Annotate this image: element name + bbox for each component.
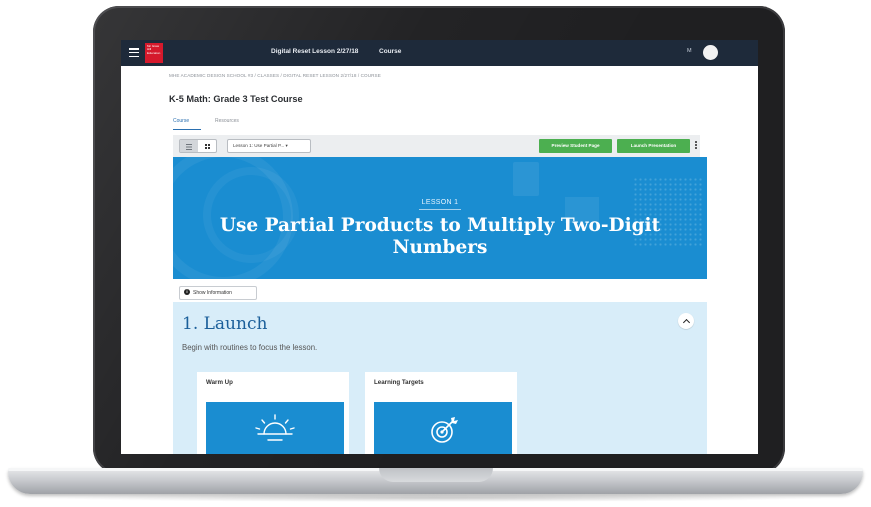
list-view-icon[interactable] (180, 140, 198, 152)
card-media (374, 402, 512, 454)
lesson-title: Digital Reset Lesson 2/27/18 (271, 48, 359, 55)
user-initials[interactable]: M (687, 48, 692, 54)
toolbar: Lesson 1: Use Partial P... ▾ Preview Stu… (173, 135, 700, 157)
breadcrumb[interactable]: MHE ACADEMIC DESIGN SCHOOL #3 / CLASSES … (169, 73, 381, 78)
collapse-chevron-icon[interactable] (678, 313, 694, 329)
card-title: Warm Up (206, 379, 233, 386)
learning-targets-card[interactable]: Learning Targets (365, 372, 517, 454)
launch-presentation-button[interactable]: Launch Presentation (617, 139, 690, 153)
card-media (206, 402, 344, 454)
lesson-select[interactable]: Lesson 1: Use Partial P... ▾ (227, 139, 311, 153)
avatar[interactable] (703, 45, 718, 60)
preview-student-page-button[interactable]: Preview Student Page (539, 139, 612, 153)
page-title: K-5 Math: Grade 3 Test Course (169, 94, 303, 104)
show-information-button[interactable]: i Show Information (179, 286, 257, 300)
tab-course[interactable]: Course (173, 116, 201, 130)
laptop-shadow (40, 494, 830, 502)
laptop-notch (379, 468, 493, 482)
screen: Mc Graw Hill Education Digital Reset Les… (121, 40, 758, 454)
section-title: 1. Launch (182, 314, 268, 334)
kicker-divider (419, 209, 461, 210)
brand-logo[interactable]: Mc Graw Hill Education (145, 43, 163, 63)
lesson-kicker: LESSON 1 (421, 199, 459, 206)
lesson-banner: LESSON 1 Use Partial Products to Multipl… (173, 157, 707, 279)
warm-up-card[interactable]: Warm Up (197, 372, 349, 454)
info-icon: i (184, 289, 190, 296)
banner-decoration (513, 162, 539, 196)
grid-view-icon[interactable] (199, 140, 216, 152)
top-bar: Mc Graw Hill Education Digital Reset Les… (121, 40, 758, 66)
view-toggle (179, 139, 217, 153)
course-link[interactable]: Course (379, 48, 401, 55)
lesson-headline: Use Partial Products to Multiply Two-Dig… (219, 215, 661, 258)
launch-section: 1. Launch Begin with routines to focus t… (173, 302, 707, 454)
sunrise-icon (255, 414, 295, 441)
show-information-label: Show Information (193, 290, 232, 296)
card-title: Learning Targets (374, 379, 424, 386)
tab-resources[interactable]: Resources (215, 116, 247, 130)
menu-icon[interactable] (129, 48, 139, 58)
target-icon (431, 417, 458, 443)
more-options-icon[interactable] (695, 141, 699, 151)
section-subtitle: Begin with routines to focus the lesson. (182, 343, 318, 352)
